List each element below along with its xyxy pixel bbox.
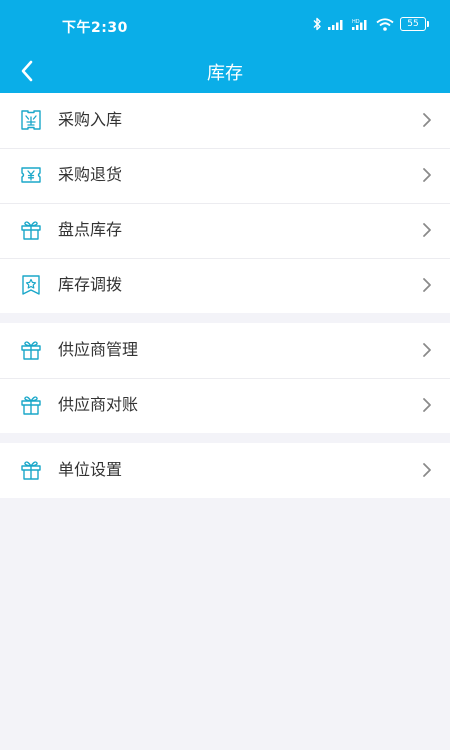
wifi-icon [376, 17, 394, 31]
gift-box-icon [21, 396, 41, 415]
chevron-right-icon [423, 168, 431, 182]
menu-item-label: 库存调拨 [58, 275, 123, 294]
menu-item-stock-transfer[interactable]: 库存调拨 [0, 258, 450, 313]
menu-group-supplier: 供应商管理 供应商对账 [0, 323, 450, 433]
menu-item-label: 单位设置 [58, 460, 123, 479]
battery-icon: 55 [400, 17, 429, 31]
menu-item-supplier-reconciliation[interactable]: 供应商对账 [0, 378, 450, 433]
gift-box-icon [21, 461, 41, 480]
signal-hd-icon: HD [352, 19, 367, 30]
menu-item-label: 供应商管理 [58, 340, 139, 359]
chevron-right-icon [423, 278, 431, 292]
menu-item-label: 供应商对账 [58, 395, 139, 414]
menu-group-inventory: 采购入库 采购退货 盘点库存 库存调拨 [0, 93, 450, 313]
menu-item-unit-settings[interactable]: 单位设置 [0, 443, 450, 498]
gift-box-icon [21, 221, 41, 240]
menu-item-purchase-in[interactable]: 采购入库 [0, 93, 450, 148]
menu-item-label: 采购入库 [58, 110, 123, 129]
yen-return-icon [21, 167, 41, 183]
chevron-right-icon [423, 463, 431, 477]
stock-in-icon [21, 110, 41, 130]
menu-item-supplier-management[interactable]: 供应商管理 [0, 323, 450, 378]
gift-box-icon [21, 341, 41, 360]
menu-item-label: 采购退货 [58, 165, 123, 184]
chevron-right-icon [423, 398, 431, 412]
nav-bar: 库存 [0, 50, 450, 93]
status-icons: HD 55 [312, 14, 429, 34]
signal-icon [328, 20, 343, 30]
chevron-right-icon [423, 343, 431, 357]
menu-group-settings: 单位设置 [0, 443, 450, 498]
menu-item-stocktaking[interactable]: 盘点库存 [0, 203, 450, 258]
bluetooth-icon [313, 17, 321, 31]
menu-item-purchase-return[interactable]: 采购退货 [0, 148, 450, 203]
menu-item-label: 盘点库存 [58, 220, 123, 239]
status-bar: 下午2:30 HD 55 [0, 0, 450, 50]
chevron-right-icon [423, 113, 431, 127]
page-title: 库存 [207, 63, 243, 84]
svg-text:HD: HD [352, 19, 360, 25]
status-time: 下午2:30 [62, 20, 128, 36]
chevron-right-icon [423, 223, 431, 237]
star-bookmark-icon [22, 275, 40, 295]
